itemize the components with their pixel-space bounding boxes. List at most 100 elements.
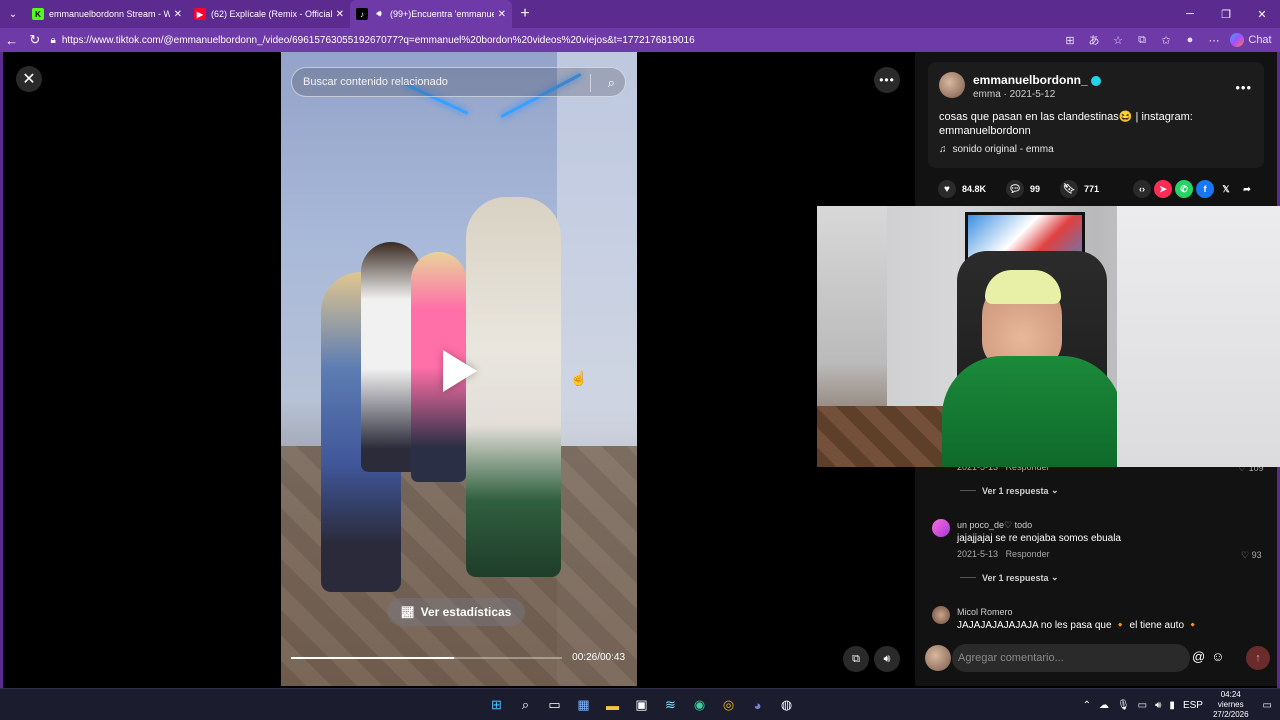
facebook-icon[interactable]: f <box>1196 180 1214 198</box>
reply-line <box>960 577 976 578</box>
comment-button[interactable]: 💬︎ 99 <box>1006 180 1040 198</box>
view-replies-link[interactable]: Ver 1 respuesta ⌄ <box>960 485 1059 496</box>
speaker-icon[interactable]: 🔊︎ <box>373 8 385 20</box>
copilot-chat-button[interactable]: Chat <box>1230 33 1272 47</box>
volume-icon[interactable]: 🔊︎ <box>874 646 900 672</box>
file-explorer-icon[interactable]: ▬ <box>598 693 627 717</box>
battery-icon[interactable]: ▮ <box>1169 700 1175 711</box>
author-name[interactable]: emmanuelbordonn_ <box>973 73 1101 87</box>
address-bar-row: ← ↻ 🔒︎ https://www.tiktok.com/@emmanuelb… <box>0 28 1280 52</box>
favorites-icon[interactable]: ✩ <box>1154 34 1178 47</box>
music-note-icon: ♫ <box>939 144 947 155</box>
commenter-name[interactable]: un poco_de♡ todo <box>957 520 1032 531</box>
tab-youtube[interactable]: ▶ (62) Explícale (Remix - Official Lyric… <box>188 0 350 28</box>
emoji-icon[interactable]: ☺ <box>1211 649 1224 664</box>
widgets-icon[interactable]: ▦ <box>569 693 598 717</box>
obs-icon[interactable]: ◍ <box>772 693 801 717</box>
tab-kick-stream[interactable]: K emmanuelbordonn Stream - Watc ✕ <box>26 0 188 28</box>
kick-icon: K <box>32 8 44 20</box>
more-options-icon[interactable]: ••• <box>874 67 900 93</box>
like-count: 84.8K <box>962 184 987 194</box>
tab-tiktok[interactable]: ♪ 🔊︎ (99+)Encuentra 'emmanuel b ✕ <box>350 0 512 28</box>
app-available-icon[interactable]: ⊞ <box>1058 34 1082 47</box>
onedrive-icon[interactable]: ☁ <box>1099 700 1109 711</box>
windows-taskbar: ⊞ ⌕ ▭ ▦ ▬ ▣ ≋ ◉ ◎ ◕ ◍ ⌃ ☁ 🎙︎ ▭ 🔊︎ ▮ ESP … <box>0 688 1280 720</box>
clock-time: 04:24 <box>1220 690 1241 699</box>
view-replies-link[interactable]: Ver 1 respuesta ⌄ <box>960 572 1059 583</box>
network-app-icon[interactable]: ≋ <box>656 693 685 717</box>
streamer-hair <box>985 270 1061 304</box>
store-icon[interactable]: ▣ <box>627 693 656 717</box>
windows-start-icon[interactable]: ⊞ <box>482 693 511 717</box>
clock-date: 27/2/2026 <box>1212 710 1249 719</box>
video-progress-bar[interactable] <box>291 657 562 659</box>
view-stats-button[interactable]: 📈︎ Ver estadísticas <box>387 598 525 626</box>
close-window-icon[interactable]: ✕ <box>1244 0 1280 28</box>
commenter-avatar[interactable] <box>932 519 950 537</box>
browser-tab-bar: ⌄ K emmanuelbordonn Stream - Watc ✕ ▶ (6… <box>0 0 1280 28</box>
comment-like[interactable]: ♡ 93 <box>1241 550 1262 561</box>
commenter-name[interactable]: Micol Romero <box>957 607 1013 617</box>
settings-more-icon[interactable]: ⋯ <box>1202 34 1226 47</box>
profile-avatar-icon[interactable]: ● <box>1178 34 1202 46</box>
save-button[interactable]: 🔖︎ 771 <box>1060 180 1099 198</box>
send-comment-icon[interactable]: ↑ <box>1246 646 1270 670</box>
share-row: ‹› ➤ ✆ f 𝕏 ➦ <box>1133 180 1259 198</box>
close-tab-icon[interactable]: ✕ <box>174 9 182 20</box>
post-more-icon[interactable]: ••• <box>1235 80 1252 95</box>
minimize-icon[interactable]: ─ <box>1172 0 1208 28</box>
commenter-avatar[interactable] <box>932 606 950 624</box>
translate-icon[interactable]: あ <box>1082 32 1106 48</box>
speaker-icon[interactable]: 🔊︎ <box>1155 700 1161 711</box>
related-search-input[interactable]: Buscar contenido relacionado ⌕ <box>291 67 626 97</box>
x-twitter-icon[interactable]: 𝕏 <box>1217 180 1235 198</box>
comment-count: 99 <box>1030 184 1041 194</box>
comment-input[interactable]: Agregar comentario... <box>952 644 1190 672</box>
tray-overflow-icon[interactable]: ⌃ <box>1083 700 1091 711</box>
chart-line-icon: 📈︎ <box>400 606 415 619</box>
close-video-icon[interactable]: ✕ <box>16 66 42 92</box>
progress-fill <box>291 657 454 659</box>
whatsapp-icon[interactable]: ✆ <box>1175 180 1193 198</box>
my-avatar[interactable] <box>925 645 951 671</box>
tab-title: emmanuelbordonn Stream - Watc <box>49 9 170 19</box>
clock[interactable]: 04:24 viernes 27/2/2026 <box>1213 690 1249 720</box>
notifications-icon[interactable]: ▭ <box>1263 700 1272 711</box>
language-indicator[interactable]: ESP <box>1183 700 1203 711</box>
search-icon[interactable]: ⌕ <box>608 75 615 91</box>
taskbar-apps: ⊞ ⌕ ▭ ▦ ▬ ▣ ≋ ◉ ◎ ◕ ◍ <box>482 693 801 717</box>
mention-icon[interactable]: @ <box>1192 649 1205 664</box>
reply-link[interactable]: Responder <box>1006 549 1050 559</box>
refresh-icon[interactable]: ↻ <box>23 28 46 52</box>
reply-line <box>960 490 976 491</box>
network-icon[interactable]: ▭ <box>1138 700 1147 711</box>
favorite-star-icon[interactable]: ☆ <box>1106 34 1130 47</box>
bookmark-icon: 🔖︎ <box>1060 180 1079 198</box>
share-arrow-icon[interactable]: ➦ <box>1238 180 1256 198</box>
microphone-icon[interactable]: 🎙︎ <box>1117 700 1130 711</box>
chrome-icon[interactable]: ◎ <box>714 693 743 717</box>
search-icon[interactable]: ⌕ <box>511 693 540 717</box>
video-player[interactable]: Buscar contenido relacionado ⌕ 📈︎ Ver es… <box>281 52 637 686</box>
back-icon[interactable]: ← <box>0 28 23 52</box>
url-field[interactable]: 🔒︎ https://www.tiktok.com/@emmanuelbordo… <box>51 30 1059 50</box>
tab-actions-chevron-icon[interactable]: ⌄ <box>0 0 26 28</box>
extensions-icon[interactable]: ⧉ <box>1130 34 1154 47</box>
like-button[interactable]: ♥ 84.8K <box>938 180 986 198</box>
lock-icon[interactable]: 🔒︎ <box>51 35 56 46</box>
task-view-icon[interactable]: ▭ <box>540 693 569 717</box>
new-tab-icon[interactable]: + <box>512 0 538 28</box>
sound-link[interactable]: ♫ sonido original - emma <box>939 144 1054 155</box>
author-handle: emmanuelbordonn_ <box>973 73 1088 87</box>
send-friends-icon[interactable]: ➤ <box>1154 180 1172 198</box>
post-description: cosas que pasan en las clandestinas😆 | i… <box>939 111 1193 137</box>
author-avatar[interactable] <box>939 72 965 98</box>
play-icon[interactable] <box>443 350 477 392</box>
discord-icon[interactable]: ◕ <box>743 693 772 717</box>
floating-player-icon[interactable]: ⧉ <box>843 646 869 672</box>
embed-icon[interactable]: ‹› <box>1133 180 1151 198</box>
close-tab-icon[interactable]: ✕ <box>498 9 506 20</box>
edge-icon[interactable]: ◉ <box>685 693 714 717</box>
close-tab-icon[interactable]: ✕ <box>336 9 344 20</box>
restore-icon[interactable]: ❐ <box>1208 0 1244 28</box>
